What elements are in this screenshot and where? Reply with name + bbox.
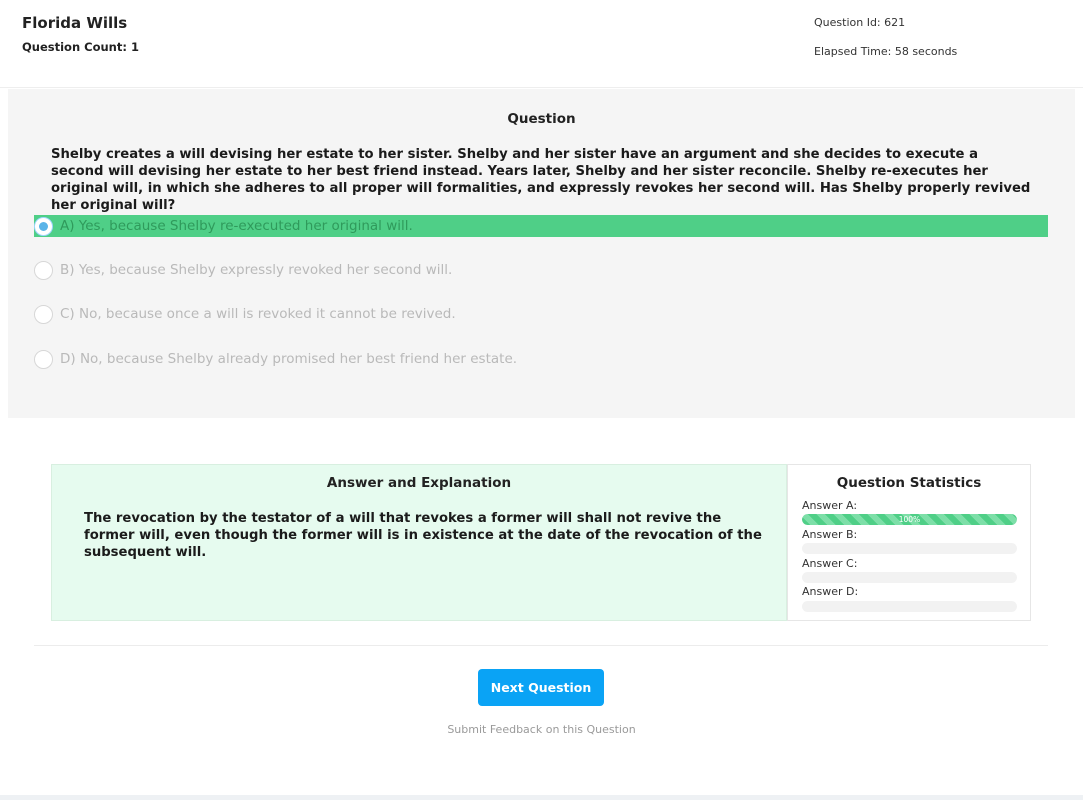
choice-d-label: D) No, because Shelby already promised h… <box>60 351 518 367</box>
stat-label-a: Answer A: <box>802 499 858 512</box>
divider <box>34 645 1048 646</box>
explanation-heading: Answer and Explanation <box>326 475 512 491</box>
submit-feedback-link[interactable]: Submit Feedback on this Question <box>0 723 1083 736</box>
choice-a-label: A) Yes, because Shelby re-executed her o… <box>60 218 413 234</box>
question-panel: Question Shelby creates a will devising … <box>8 89 1075 418</box>
radio-button-d[interactable] <box>34 349 53 369</box>
stat-bar-d <box>802 601 1017 612</box>
stat-bar-b <box>802 543 1017 554</box>
question-heading: Question <box>507 111 576 127</box>
statistics-box: Question Statistics Answer A: 100% Answe… <box>787 464 1031 621</box>
choice-a[interactable]: A) Yes, because Shelby re-executed her o… <box>34 215 1048 237</box>
page-bottom-edge <box>0 795 1083 800</box>
choice-c[interactable]: C) No, because once a will is revoked it… <box>34 303 1048 325</box>
stat-label-d: Answer D: <box>802 585 859 598</box>
elapsed-time: Elapsed Time: 58 seconds <box>814 45 958 58</box>
question-count: Question Count: 1 <box>22 40 139 54</box>
radio-button-b[interactable] <box>34 260 53 280</box>
question-text: Shelby creates a will devising her estat… <box>51 147 1031 213</box>
choice-b[interactable]: B) Yes, because Shelby expressly revoked… <box>34 259 1048 281</box>
stat-label-c: Answer C: <box>802 557 858 570</box>
explanation-text: The revocation by the testator of a will… <box>84 511 762 560</box>
stat-bar-c <box>802 572 1017 583</box>
radio-button-a[interactable] <box>34 216 53 236</box>
choice-d[interactable]: D) No, because Shelby already promised h… <box>34 348 1048 370</box>
header: Florida Wills Question Count: 1 Question… <box>0 0 1083 88</box>
question-id: Question Id: 621 <box>814 16 906 29</box>
statistics-heading: Question Statistics <box>836 475 982 491</box>
stat-fill-a: 100% <box>802 514 1017 525</box>
radio-button-c[interactable] <box>34 304 53 324</box>
stat-bar-a: 100% <box>802 514 1017 525</box>
stat-label-b: Answer B: <box>802 528 858 541</box>
choice-b-label: B) Yes, because Shelby expressly revoked… <box>60 262 453 278</box>
next-question-button[interactable]: Next Question <box>478 669 604 706</box>
choice-c-label: C) No, because once a will is revoked it… <box>60 306 456 322</box>
subject-title: Florida Wills <box>22 14 128 32</box>
explanation-box: Answer and Explanation The revocation by… <box>51 464 787 621</box>
